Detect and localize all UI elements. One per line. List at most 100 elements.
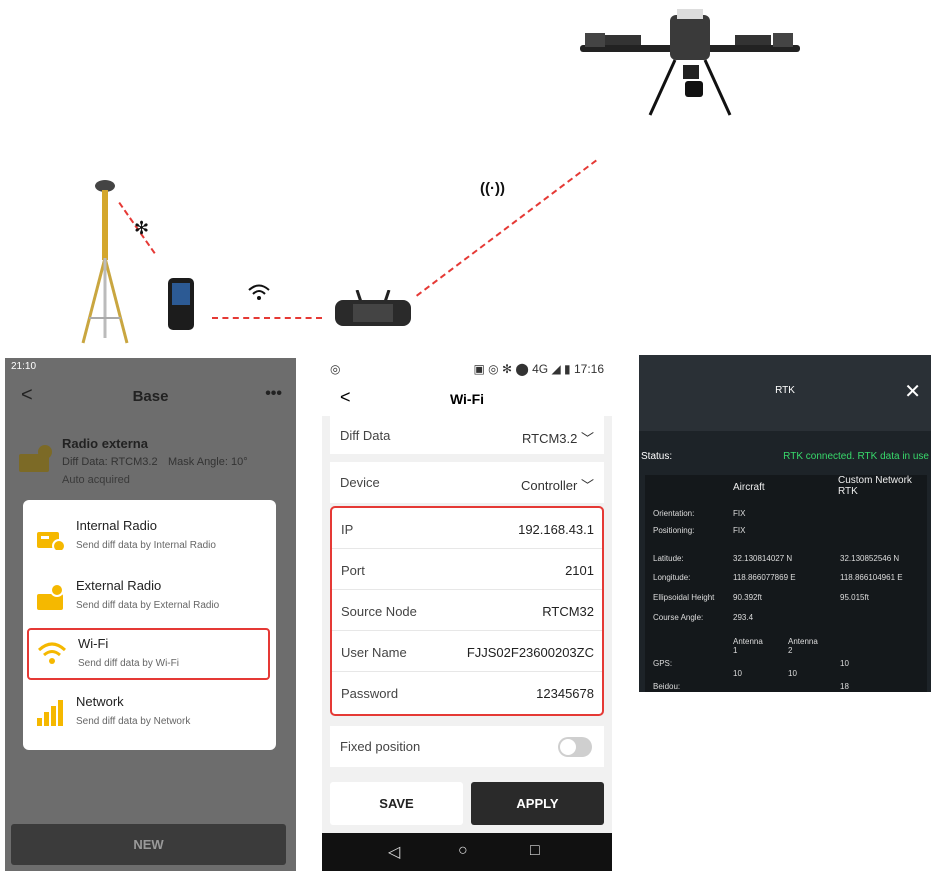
field-value: Controller <box>521 478 578 493</box>
more-menu-button[interactable]: ••• <box>265 385 282 403</box>
field-label: Password <box>341 686 399 701</box>
network-value: 18 <box>840 682 849 691</box>
column-header: Antenna 2 <box>788 637 818 655</box>
save-button[interactable]: SAVE <box>330 782 463 825</box>
menu-item-label: External Radio <box>76 578 162 593</box>
status-bar: ◎ ▣ ◎ ✻ ⬤ 4G ◢ ▮ 17:16 <box>322 358 612 380</box>
menu-item-label: Internal Radio <box>76 518 157 533</box>
user-name-field[interactable]: User Name FJJS02F23600203ZC <box>332 631 602 672</box>
field-value: FJJS02F23600203ZC <box>466 645 594 660</box>
field-label: Source Node <box>341 604 417 619</box>
menu-item-wifi[interactable]: Wi-Fi Send diff data by Wi-Fi <box>27 628 270 680</box>
status-time: 17:16 <box>573 362 604 376</box>
wifi-link-line <box>212 317 322 319</box>
remote-controller-image <box>335 290 411 326</box>
password-field[interactable]: Password 12345678 <box>332 672 602 713</box>
field-label: Diff Data <box>340 428 391 443</box>
network-value: 95.015ft <box>840 593 869 602</box>
diff-source-menu: Internal Radio Send diff data by Interna… <box>23 500 276 750</box>
chevron-down-icon: ﹀ <box>580 431 594 446</box>
menu-item-sub: Send diff data by External Radio <box>76 600 220 611</box>
new-button[interactable]: NEW <box>11 824 286 865</box>
menu-item-external-radio[interactable]: External Radio Send diff data by Externa… <box>27 572 270 624</box>
row-label: Orientation: <box>653 509 695 518</box>
menu-item-sub: Send diff data by Network <box>76 716 191 727</box>
bluetooth-icon: ✻ <box>134 218 150 238</box>
wifi-icon <box>248 284 270 300</box>
fixed-position-toggle[interactable] <box>558 737 592 757</box>
device-select[interactable]: Device Controller ﹀ <box>330 462 604 503</box>
rtk-data-table: Aircraft Custom Network RTK Orientation:… <box>645 475 927 692</box>
row-label: Beidou: <box>653 682 681 691</box>
row-label: Course Angle: <box>653 613 704 622</box>
rtk-header: RTK ✕ <box>639 355 931 431</box>
wifi-header: < Wi-Fi <box>322 380 612 416</box>
radio-signal-icon: ((·)) <box>480 180 505 197</box>
field-label: Device <box>340 475 380 490</box>
status-icons: ▣ ◎ ✻ ⬤ 4G ◢ ▮ <box>473 362 571 376</box>
source-node-field[interactable]: Source Node RTCM32 <box>332 590 602 631</box>
field-value: RTCM32 <box>542 604 594 619</box>
wifi-screen: ◎ ▣ ◎ ✻ ⬤ 4G ◢ ▮ 17:16 < Wi-Fi Diff Data… <box>322 358 612 871</box>
page-title: Base <box>132 388 169 405</box>
column-header: Antenna 1 <box>733 637 763 655</box>
wifi-icon <box>37 642 67 664</box>
fixed-position-row: Fixed position <box>330 726 604 767</box>
diff-data-select[interactable]: Diff Data RTCM3.2 ﹀ <box>330 416 604 454</box>
aircraft-value: 32.130814027 N <box>733 554 793 563</box>
field-value: 12345678 <box>536 686 594 701</box>
network-value: 32.130852546 N <box>840 554 900 563</box>
row-label: GPS: <box>653 659 673 668</box>
rtk-screen: RTK ✕ Status: RTK connected. RTK data in… <box>639 355 931 692</box>
drone-image <box>580 9 800 116</box>
status-value: RTK connected. RTK data in use <box>783 451 929 462</box>
chevron-down-icon: ﹀ <box>580 478 594 493</box>
aircraft-value: 293.4 <box>733 613 754 622</box>
page-title: Wi-Fi <box>449 391 485 407</box>
handheld-controller-image <box>168 278 194 330</box>
field-value: RTCM3.2 <box>521 431 578 446</box>
nav-recents-icon[interactable]: □ <box>530 842 540 860</box>
field-label: IP <box>341 522 354 537</box>
field-label: User Name <box>341 645 407 660</box>
port-field[interactable]: Port 2101 <box>332 549 602 590</box>
close-icon[interactable]: ✕ <box>904 379 921 404</box>
status-bar: 21:10 <box>5 358 296 376</box>
menu-item-internal-radio[interactable]: Internal Radio Send diff data by Interna… <box>27 512 270 564</box>
field-label: Fixed position <box>340 739 421 754</box>
android-nav-bar: ◁ ○ □ <box>322 833 612 871</box>
internal-radio-icon <box>37 532 65 550</box>
column-header: Aircraft <box>733 482 765 493</box>
row-label: Longitude: <box>653 573 691 582</box>
radio-mask-angle: Mask Angle: 10° <box>168 456 248 468</box>
radio-link-line <box>416 159 597 297</box>
menu-item-label: Network <box>76 694 124 709</box>
menu-item-sub: Send diff data by Wi-Fi <box>78 658 179 669</box>
connection-settings-box: IP 192.168.43.1 Port 2101 Source Node RTCM3… <box>330 506 604 716</box>
column-header: Custom Network RTK <box>838 475 912 497</box>
nav-home-icon[interactable]: ○ <box>458 842 468 860</box>
nav-back-icon[interactable]: ◁ <box>388 842 400 862</box>
aircraft-value: FIX <box>733 509 746 518</box>
apply-button[interactable]: APPLY <box>471 782 604 825</box>
row-label: Latitude: <box>653 554 684 563</box>
network-signal-icon <box>37 700 63 726</box>
radio-acquired-status: Auto acquired <box>62 474 130 486</box>
network-value: 10 <box>840 659 849 668</box>
radio-name: Radio externa <box>62 436 148 451</box>
notification-icon: ◎ <box>330 362 341 376</box>
base-station-tripod-image <box>81 180 129 344</box>
field-value: 192.168.43.1 <box>518 522 594 537</box>
aircraft-value: 90.392ft <box>733 593 762 602</box>
menu-item-network[interactable]: Network Send diff data by Network <box>27 688 270 740</box>
menu-item-sub: Send diff data by Internal Radio <box>76 540 216 551</box>
row-label: Positioning: <box>653 526 695 535</box>
row-label: Ellipsoidal Height <box>653 593 715 602</box>
status-time: 21:10 <box>11 361 37 372</box>
network-value: 118.866104961 E <box>840 573 903 582</box>
ip-field[interactable]: IP 192.168.43.1 <box>332 508 602 549</box>
status-label: Status: <box>641 451 673 462</box>
aircraft-value: 10 <box>788 669 797 678</box>
base-header: < Base ••• <box>5 376 296 416</box>
radio-diff-data: Diff Data: RTCM3.2 <box>62 456 158 468</box>
